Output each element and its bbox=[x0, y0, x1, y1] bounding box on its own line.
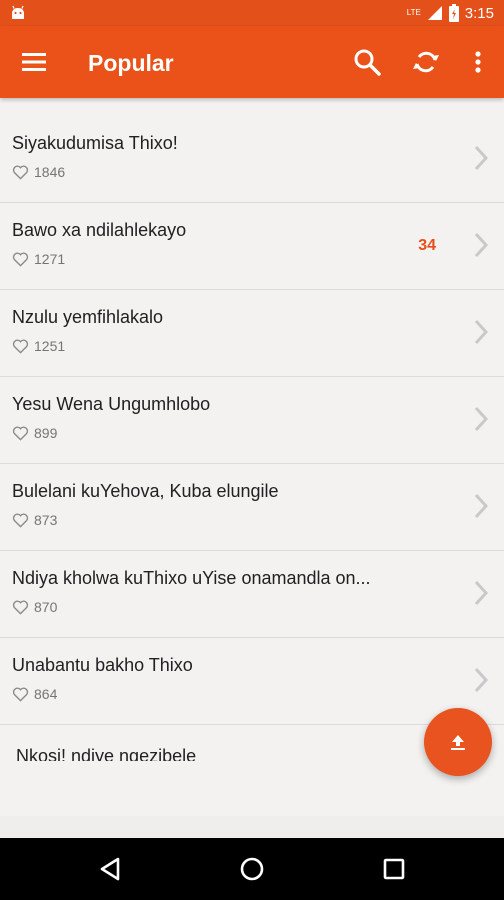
recents-icon[interactable] bbox=[377, 852, 411, 886]
list-footer bbox=[0, 816, 504, 838]
likes-value: 1271 bbox=[34, 251, 66, 267]
list-item[interactable]: Siyakudumisa Thixo! 1846 bbox=[0, 116, 504, 203]
chevron-right-icon bbox=[474, 580, 489, 606]
song-title: Ndiya kholwa kuThixo uYise onamandla on.… bbox=[12, 568, 371, 588]
search-icon[interactable] bbox=[351, 46, 383, 78]
more-vert-icon[interactable] bbox=[462, 46, 494, 78]
likes-value: 899 bbox=[34, 425, 58, 441]
heart-icon bbox=[12, 339, 29, 354]
song-title: Yesu Wena Ungumhlobo bbox=[12, 394, 211, 414]
likes-count: 864 bbox=[12, 686, 57, 702]
likes-count: 899 bbox=[12, 425, 57, 441]
song-title: Bawo xa ndilahlekayo bbox=[12, 220, 187, 240]
back-icon[interactable] bbox=[93, 852, 127, 886]
likes-value: 1251 bbox=[34, 338, 66, 354]
heart-icon bbox=[12, 426, 29, 441]
likes-count: 873 bbox=[12, 512, 57, 528]
likes-value: 1846 bbox=[34, 164, 66, 180]
likes-count: 1846 bbox=[12, 164, 65, 180]
song-title: Nzulu yemfihlakalo bbox=[12, 307, 164, 327]
list-item[interactable]: Ndiya kholwa kuThixo uYise onamandla on.… bbox=[0, 551, 504, 638]
network-type: LTE bbox=[406, 8, 421, 17]
page-title: Popular bbox=[88, 50, 174, 76]
song-title: Nkosi! ndiye ngezibele bbox=[16, 746, 197, 761]
chevron-right-icon bbox=[474, 493, 489, 519]
likes-value: 864 bbox=[34, 686, 58, 702]
menu-icon[interactable] bbox=[18, 48, 50, 76]
heart-icon bbox=[12, 165, 29, 180]
song-title: Siyakudumisa Thixo! bbox=[12, 133, 178, 153]
likes-count: 1271 bbox=[12, 251, 65, 267]
upload-fab-button[interactable] bbox=[424, 708, 492, 776]
list-item[interactable]: Bawo xa ndilahlekayo 1271 34 bbox=[0, 203, 504, 290]
chevron-right-icon bbox=[474, 145, 489, 171]
battery-icon bbox=[448, 4, 459, 22]
list-item[interactable]: Nzulu yemfihlakalo 1251 bbox=[0, 290, 504, 377]
song-list[interactable]: Siyakudumisa Thixo! 1846 Bawo xa ndilahl… bbox=[0, 116, 504, 816]
likes-count: 1251 bbox=[12, 338, 65, 354]
heart-icon bbox=[12, 600, 29, 615]
status-bar: LTE 3:15 bbox=[0, 0, 504, 26]
home-icon[interactable] bbox=[235, 852, 269, 886]
refresh-icon[interactable] bbox=[410, 46, 442, 78]
navigation-bar bbox=[0, 838, 504, 900]
song-title: Bulelani kuYehova, Kuba elungile bbox=[12, 481, 279, 501]
heart-icon bbox=[12, 513, 29, 528]
likes-count: 870 bbox=[12, 599, 57, 615]
chevron-right-icon bbox=[474, 667, 489, 693]
song-title: Unabantu bakho Thixo bbox=[12, 655, 193, 675]
chevron-right-icon bbox=[474, 319, 489, 345]
list-item[interactable]: Unabantu bakho Thixo 864 bbox=[0, 638, 504, 725]
heart-icon bbox=[12, 687, 29, 702]
heart-icon bbox=[12, 252, 29, 267]
chevron-right-icon bbox=[474, 232, 489, 258]
list-item[interactable]: Yesu Wena Ungumhlobo 899 bbox=[0, 377, 504, 464]
android-icon bbox=[12, 5, 24, 19]
upload-icon bbox=[451, 735, 465, 750]
chevron-right-icon bbox=[474, 406, 489, 432]
signal-icon bbox=[427, 6, 442, 20]
clock: 3:15 bbox=[464, 4, 494, 22]
app-bar: Popular bbox=[0, 26, 504, 98]
likes-value: 873 bbox=[34, 512, 58, 528]
count-badge: 34 bbox=[418, 237, 436, 254]
likes-value: 870 bbox=[34, 599, 58, 615]
list-item[interactable]: Bulelani kuYehova, Kuba elungile 873 bbox=[0, 464, 504, 551]
